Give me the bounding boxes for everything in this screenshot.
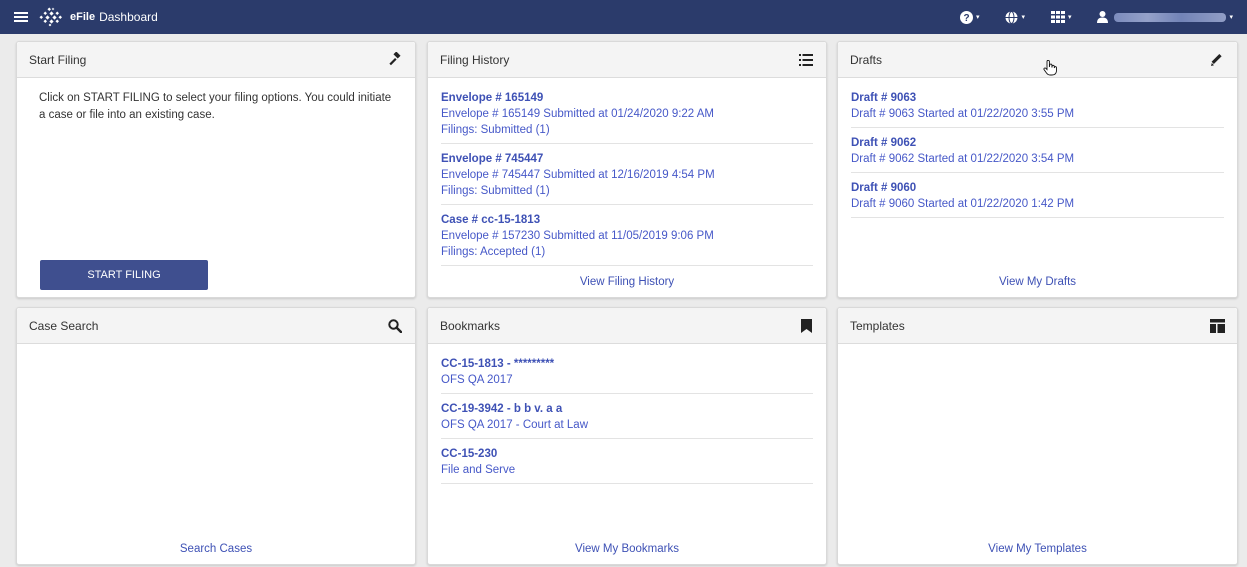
bookmark-link[interactable]: CC-15-230 [441,446,813,462]
list-item[interactable]: CC-15-230 File and Serve [441,446,813,484]
pencil-icon[interactable] [1209,52,1225,68]
chevron-down-icon: ▾ [1021,14,1025,21]
language-menu-button[interactable]: ▾ [1005,10,1025,24]
list-item[interactable]: Envelope # 745447 Envelope # 745447 Subm… [441,151,813,205]
chevron-down-icon: ▾ [1229,14,1233,21]
panel-header: Drafts [838,42,1237,78]
list-item[interactable]: CC-19-3942 - b b v. a a OFS QA 2017 - Co… [441,401,813,439]
hand-cursor-icon [1043,60,1057,76]
top-navbar: eFile Dashboard ? ▾ ▾ ▾ ▾ [0,0,1247,34]
search-cases-link[interactable]: Search Cases [17,543,415,555]
bookmark-court: OFS QA 2017 - Court at Law [441,419,589,431]
chevron-down-icon: ▾ [1067,14,1072,21]
panel-header: Start Filing [17,42,415,78]
brand-name: eFile [70,11,96,23]
filing-history-panel: Filing History Envelope # 165149 Envelop… [427,41,827,298]
view-my-bookmarks-link[interactable]: View My Bookmarks [428,543,826,555]
draft-detail: Draft # 9060 Started at 01/22/2020 1:42 … [851,198,1075,210]
bookmark-icon[interactable] [798,318,814,334]
panel-header: Filing History [428,42,826,78]
draft-link[interactable]: Draft # 9063 [851,90,1224,106]
case-link[interactable]: Case # cc-15-1813 [441,212,813,228]
list-item[interactable]: Draft # 9062 Draft # 9062 Started at 01/… [851,135,1224,173]
panel-title: Filing History [440,52,510,67]
user-icon [1097,11,1109,23]
page-title: Dashboard [99,10,158,24]
view-my-drafts-link[interactable]: View My Drafts [838,276,1237,288]
hamburger-menu-icon[interactable] [14,10,28,24]
list-icon[interactable] [798,52,814,68]
submission-detail: Envelope # 157230 Submitted at 11/05/201… [441,230,714,242]
list-item[interactable]: Draft # 9060 Draft # 9060 Started at 01/… [851,180,1224,218]
panel-title: Templates [850,318,905,333]
drafts-panel: Drafts Draft # 9063 Draft # 9063 Started… [837,41,1238,298]
username-redacted [1114,12,1227,22]
svg-text:?: ? [963,13,969,24]
help-circle-icon: ? [959,10,973,24]
view-my-templates-link[interactable]: View My Templates [838,543,1237,555]
apps-menu-button[interactable]: ▾ [1050,11,1072,23]
submission-detail: Envelope # 165149 Submitted at 01/24/202… [441,108,715,120]
view-filing-history-link[interactable]: View Filing History [428,276,826,288]
user-menu-button[interactable]: ▾ [1097,11,1233,23]
panel-title: Case Search [29,318,99,333]
list-item[interactable]: Case # cc-15-1813 Envelope # 157230 Subm… [441,212,813,266]
panel-title: Bookmarks [440,318,501,333]
chevron-down-icon: ▾ [975,14,980,21]
bookmarks-panel: Bookmarks CC-15-1813 - ********* OFS QA … [427,307,827,565]
filing-status: Filings: Submitted (1) [441,124,550,136]
globe-icon [1005,10,1018,24]
efile-logo [39,7,63,27]
bookmark-court: OFS QA 2017 [441,374,513,386]
panel-title: Start Filing [29,52,87,67]
search-icon[interactable] [387,318,403,334]
list-item[interactable]: CC-15-1813 - ********* OFS QA 2017 [441,356,813,394]
template-icon[interactable] [1209,318,1225,334]
list-item[interactable]: Envelope # 165149 Envelope # 165149 Subm… [441,90,813,144]
help-menu-button[interactable]: ? ▾ [959,10,980,24]
bookmark-link[interactable]: CC-19-3942 - b b v. a a [441,401,813,417]
filing-status: Filings: Accepted (1) [441,246,546,258]
case-search-panel: Case Search Search Cases [16,307,416,565]
draft-link[interactable]: Draft # 9060 [851,180,1224,196]
submission-detail: Envelope # 745447 Submitted at 12/16/201… [441,169,715,181]
envelope-link[interactable]: Envelope # 165149 [441,90,813,106]
templates-panel: Templates View My Templates [837,307,1238,565]
start-filing-panel: Start Filing Click on START FILING to se… [16,41,416,298]
bookmark-court: File and Serve [441,464,516,476]
panel-title: Drafts [850,52,883,67]
panel-header: Templates [838,308,1237,344]
start-filing-button[interactable]: START FILING [40,260,208,290]
bookmark-link[interactable]: CC-15-1813 - ********* [441,356,813,372]
draft-link[interactable]: Draft # 9062 [851,135,1224,151]
gavel-icon [387,52,403,68]
filing-status: Filings: Submitted (1) [441,185,550,197]
list-item[interactable]: Draft # 9063 Draft # 9063 Started at 01/… [851,90,1224,128]
panel-header: Bookmarks [428,308,826,344]
draft-detail: Draft # 9063 Started at 01/22/2020 3:55 … [851,108,1075,120]
grid-icon [1050,11,1065,23]
panel-header: Case Search [17,308,415,344]
start-filing-description: Click on START FILING to select your fil… [39,92,392,121]
draft-detail: Draft # 9062 Started at 01/22/2020 3:54 … [851,153,1075,165]
envelope-link[interactable]: Envelope # 745447 [441,151,813,167]
